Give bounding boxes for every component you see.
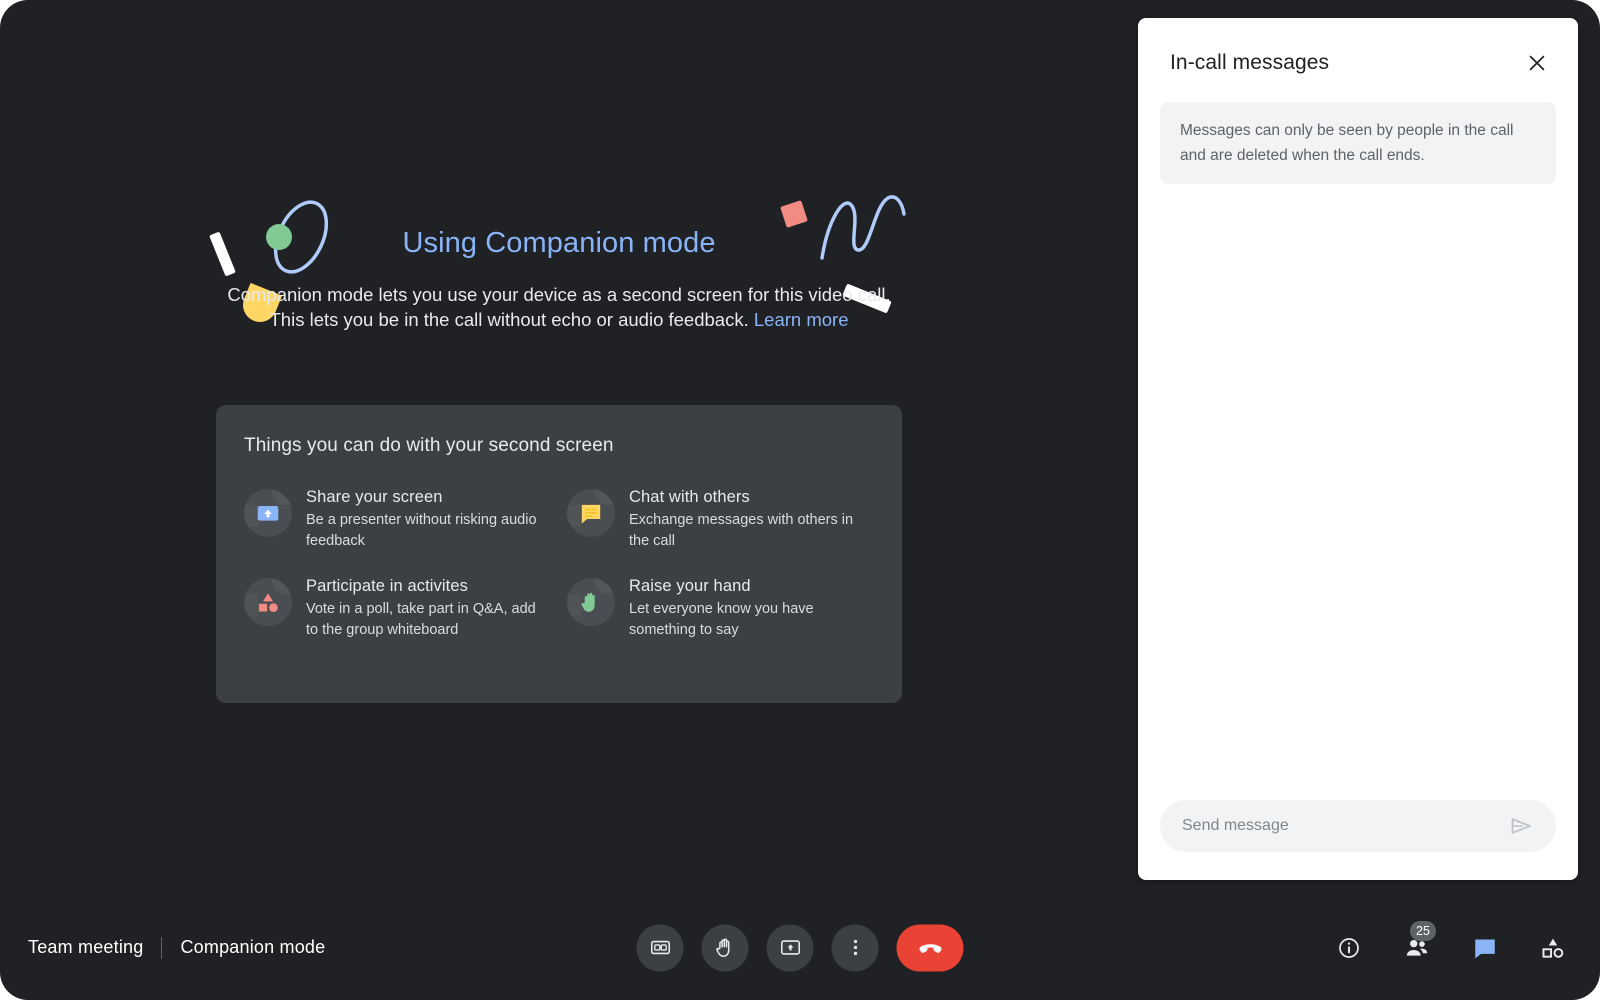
chat-input-area (1138, 800, 1578, 880)
more-options-button[interactable] (831, 924, 879, 971)
feature-text: Share your screen Be a presenter without… (306, 487, 546, 552)
activities-shapes-icon (244, 578, 292, 626)
chat-panel-title: In-call messages (1170, 51, 1330, 74)
feature-grid: Share your screen Be a presenter without… (244, 487, 874, 641)
meeting-name: Team meeting (28, 937, 144, 957)
feature-title: Participate in activites (306, 577, 468, 595)
call-end-icon (918, 944, 942, 953)
feature-description: Let everyone know you have something to … (629, 601, 814, 638)
send-message-input[interactable] (1182, 817, 1504, 835)
feature-card-title: Things you can do with your second scree… (244, 435, 614, 456)
feature-text: Raise your hand Let everyone know you ha… (629, 576, 869, 641)
more-vert-icon (853, 939, 857, 956)
activities-shapes-icon (1542, 938, 1564, 958)
promo-description: Companion mode lets you use your device … (216, 282, 902, 332)
feature-title: Share your screen (306, 488, 443, 506)
chat-bubble-icon (1475, 939, 1495, 958)
raise-hand-button[interactable] (701, 924, 749, 971)
captions-button[interactable] (636, 924, 684, 971)
chat-panel-header: In-call messages (1138, 18, 1578, 80)
present-screen-icon (780, 940, 800, 955)
send-icon[interactable] (1504, 809, 1538, 843)
feature-raise-your-hand: Raise your hand Let everyone know you ha… (567, 576, 874, 641)
feature-share-your-screen: Share your screen Be a presenter without… (244, 487, 551, 552)
activities-button[interactable] (1532, 927, 1574, 969)
feature-participate-in-activites: Participate in activites Vote in a poll,… (244, 576, 551, 641)
meeting-info: Team meeting Companion mode (28, 936, 326, 959)
leave-call-button[interactable] (896, 924, 964, 971)
bottom-toolbar: Team meeting Companion mode 25 (0, 895, 1600, 1000)
feature-description: Vote in a poll, take part in Q&A, add to… (306, 601, 536, 638)
chat-message-list (1138, 184, 1578, 800)
companion-stage: Using Companion mode Companion mode lets… (0, 0, 1115, 895)
participant-count-badge: 25 (1410, 920, 1436, 941)
meeting-mode-label: Companion mode (180, 937, 326, 957)
feature-description: Exchange messages with others in the cal… (629, 512, 854, 549)
feature-description: Be a presenter without risking audio fee… (306, 512, 537, 549)
promo-title: Using Companion mode (402, 227, 716, 259)
promo-block: Using Companion mode Companion mode lets… (216, 185, 902, 332)
chat-bubble-icon (567, 489, 615, 537)
raised-hand-icon (567, 578, 615, 626)
center-controls (636, 924, 964, 971)
feature-text: Chat with others Exchange messages with … (629, 487, 869, 552)
feature-text: Participate in activites Vote in a poll,… (306, 576, 546, 641)
chat-privacy-notice: Messages can only be seen by people in t… (1160, 102, 1556, 184)
feature-title: Chat with others (629, 488, 750, 506)
feature-chat-with-others: Chat with others Exchange messages with … (567, 487, 874, 552)
present-screen-icon (244, 489, 292, 537)
close-icon[interactable] (1520, 46, 1554, 80)
chat-button[interactable] (1464, 927, 1506, 969)
meet-companion-window: Using Companion mode Companion mode lets… (0, 0, 1600, 1000)
meeting-details-button[interactable] (1328, 927, 1370, 969)
feature-title: Raise your hand (629, 577, 751, 595)
closed-caption-icon (650, 940, 670, 955)
raised-hand-icon (715, 938, 729, 957)
right-controls: 25 (1328, 920, 1574, 969)
chat-input-row[interactable] (1160, 800, 1556, 852)
info-icon (1339, 937, 1359, 958)
present-button[interactable] (766, 924, 814, 971)
divider (161, 936, 163, 959)
participants-button[interactable]: 25 (1396, 920, 1438, 969)
learn-more-link[interactable]: Learn more (754, 309, 849, 330)
in-call-messages-panel: In-call messages Messages can only be se… (1138, 18, 1578, 880)
feature-card: Things you can do with your second scree… (216, 405, 902, 703)
